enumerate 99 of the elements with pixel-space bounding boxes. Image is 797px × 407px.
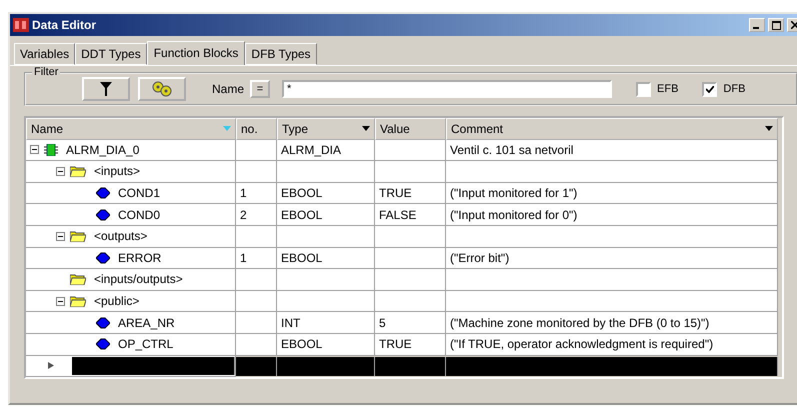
block-icon bbox=[44, 144, 58, 156]
name-cell[interactable]: <inputs> bbox=[26, 161, 236, 183]
table-cell bbox=[236, 161, 277, 183]
name-cell[interactable]: <outputs> bbox=[26, 226, 236, 248]
table-cell bbox=[236, 226, 277, 248]
table-cell bbox=[375, 269, 446, 291]
name-cell[interactable]: COND1 bbox=[26, 182, 236, 204]
caret-icon[interactable] bbox=[362, 126, 370, 132]
selected-cell bbox=[375, 356, 446, 376]
item-name: <inputs> bbox=[94, 164, 140, 178]
table-cell: INT bbox=[277, 312, 375, 334]
collapse-icon[interactable] bbox=[30, 145, 39, 154]
column-header[interactable]: Type bbox=[277, 118, 375, 140]
name-filter-field[interactable]: * bbox=[282, 80, 612, 98]
gears-icon bbox=[151, 81, 173, 97]
table-cell: TRUE bbox=[375, 334, 446, 356]
table-cell: 1 bbox=[236, 248, 277, 270]
name-cell[interactable]: <public> bbox=[26, 290, 236, 312]
table-cell: ("Input monitored for 1") bbox=[446, 182, 778, 204]
minus-icon bbox=[32, 147, 37, 152]
app-icon bbox=[13, 18, 29, 32]
item-name: COND0 bbox=[118, 208, 160, 222]
table-cell: EBOOL bbox=[277, 204, 375, 226]
name-cell[interactable]: <inputs/outputs> bbox=[26, 269, 236, 291]
check-icon bbox=[706, 86, 714, 92]
column-header[interactable]: Comment bbox=[446, 118, 778, 140]
column-header[interactable]: Value bbox=[375, 118, 446, 140]
folder-icon bbox=[70, 165, 86, 178]
name-cell[interactable]: ALRM_DIA_0 bbox=[26, 140, 236, 162]
item-name: ALRM_DIA_0 bbox=[66, 142, 140, 157]
table-cell bbox=[236, 290, 277, 312]
funnel-icon bbox=[100, 82, 112, 96]
name-cell[interactable]: AREA_NR bbox=[26, 312, 236, 334]
table-cell bbox=[375, 290, 446, 312]
item-name: <inputs/outputs> bbox=[94, 272, 183, 286]
folder-icon bbox=[70, 273, 86, 286]
table-cell: ("Machine zone monitored by the DFB (0 to 15)") bbox=[446, 312, 778, 334]
name-cell[interactable]: ERROR bbox=[26, 248, 236, 270]
name-cell[interactable]: COND0 bbox=[26, 204, 236, 226]
table-cell: ("Error bit") bbox=[446, 248, 778, 270]
minus-icon bbox=[58, 168, 63, 174]
collapse-icon[interactable] bbox=[56, 232, 65, 241]
filter-button[interactable] bbox=[82, 77, 130, 101]
minimize-button[interactable] bbox=[749, 18, 765, 32]
checkbox[interactable] bbox=[702, 82, 718, 96]
table-cell bbox=[375, 140, 446, 162]
table-cell: ("If TRUE, operator acknowledgment is required") bbox=[446, 334, 778, 356]
tab[interactable]: Function Blocks bbox=[146, 41, 246, 66]
table-cell bbox=[236, 269, 277, 291]
checkbox-label: EFB bbox=[657, 83, 678, 95]
table-cell bbox=[375, 226, 446, 248]
name-cell[interactable]: OP_CTRL bbox=[26, 334, 236, 356]
item-name: OP_CTRL bbox=[118, 337, 174, 352]
table-cell: 1 bbox=[236, 182, 277, 204]
item-name: <public> bbox=[94, 294, 140, 308]
table-cell: FALSE bbox=[375, 204, 446, 226]
table-cell: Ventil c. 101 sa netvoril bbox=[446, 140, 778, 162]
window-title: Data Editor bbox=[32, 18, 98, 32]
table-cell: EBOOL bbox=[277, 182, 375, 204]
table-cell bbox=[236, 312, 277, 334]
table-cell: EBOOL bbox=[277, 334, 375, 356]
table-cell: 2 bbox=[236, 204, 277, 226]
checkbox-label: DFB bbox=[723, 83, 746, 95]
table-cell bbox=[236, 334, 277, 356]
collapse-icon[interactable] bbox=[56, 296, 65, 306]
table-cell: ALRM_DIA bbox=[277, 140, 375, 162]
item-name: <outputs> bbox=[94, 229, 148, 244]
minus-icon bbox=[58, 234, 63, 239]
item-name: AREA_NR bbox=[118, 316, 175, 330]
maximize-icon bbox=[772, 20, 780, 30]
tab[interactable]: DDT Types bbox=[75, 43, 147, 65]
selected-cell bbox=[236, 356, 277, 376]
name-label: Name bbox=[212, 82, 244, 96]
table-cell: 5 bbox=[375, 312, 446, 334]
table-cell: EBOOL bbox=[277, 248, 375, 270]
maximize-button[interactable] bbox=[768, 18, 784, 32]
row-pointer-icon bbox=[48, 362, 54, 370]
folder-icon bbox=[70, 295, 86, 308]
checkbox[interactable] bbox=[636, 82, 652, 96]
table-cell: TRUE bbox=[375, 182, 446, 204]
minus-icon bbox=[58, 298, 63, 304]
item-name: ERROR bbox=[118, 250, 162, 265]
item-name: COND1 bbox=[118, 186, 160, 200]
close-icon bbox=[791, 21, 797, 29]
table-cell bbox=[375, 248, 446, 270]
operator-button[interactable]: = bbox=[250, 80, 270, 98]
table-cell: ("Input monitored for 0") bbox=[446, 204, 778, 226]
folder-icon bbox=[70, 230, 86, 242]
tab[interactable]: DFB Types bbox=[245, 43, 317, 65]
table-cell bbox=[236, 140, 277, 162]
refresh-button[interactable] bbox=[138, 77, 186, 101]
new-row-cell[interactable] bbox=[26, 356, 236, 378]
table-cell bbox=[375, 161, 446, 183]
column-header[interactable]: no. bbox=[236, 118, 277, 140]
collapse-icon[interactable] bbox=[56, 166, 65, 176]
caret-icon[interactable] bbox=[765, 126, 773, 132]
group-title: Filter bbox=[32, 66, 60, 78]
tab[interactable]: Variables bbox=[14, 43, 76, 65]
column-header[interactable]: Name bbox=[26, 118, 236, 140]
